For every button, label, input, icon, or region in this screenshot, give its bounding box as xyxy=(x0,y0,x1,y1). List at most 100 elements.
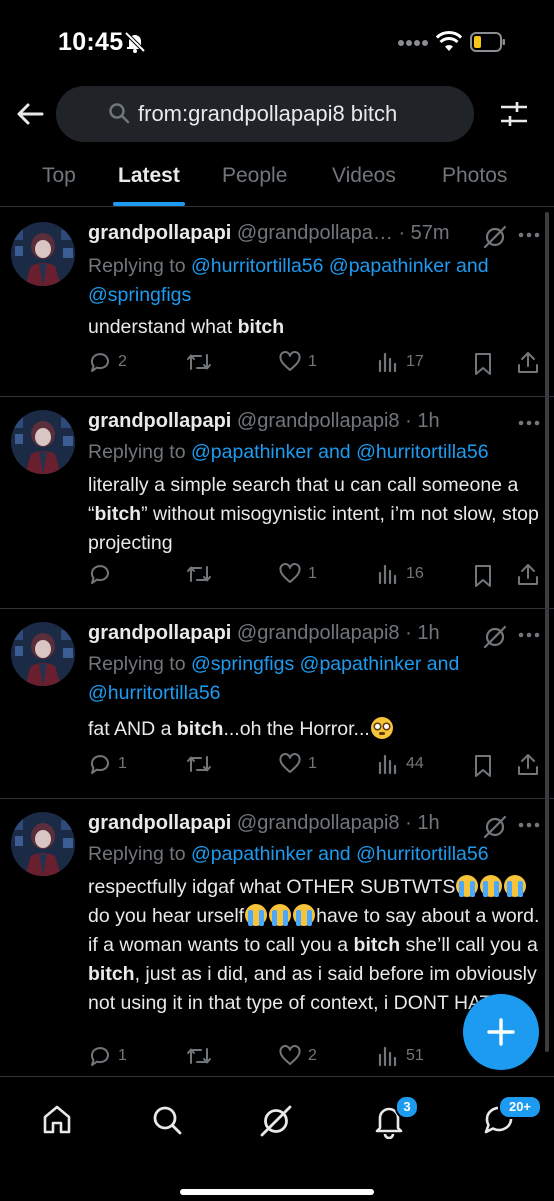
handle[interactable]: @grandpollapapi8 xyxy=(237,812,400,834)
retweet-icon xyxy=(187,1048,211,1064)
mention-link[interactable]: @hurritortilla56 xyxy=(356,441,489,463)
display-name[interactable]: grandpollapapi xyxy=(88,222,231,244)
more-icon[interactable] xyxy=(518,232,540,238)
timestamp[interactable]: 1h xyxy=(417,812,439,834)
avatar[interactable] xyxy=(11,222,75,286)
mention-link[interactable]: @papathinker xyxy=(329,255,451,277)
replying-to: Replying to @papathinker and @hurritorti… xyxy=(88,843,489,865)
retweet-button[interactable] xyxy=(186,350,218,374)
avatar[interactable] xyxy=(11,410,75,474)
like-button[interactable]: 1 xyxy=(278,350,317,374)
tab-photos[interactable]: Photos xyxy=(442,164,507,188)
grok-icon[interactable] xyxy=(482,624,508,650)
tweet-header: grandpollapapi @grandpollapapi8 · 1h xyxy=(88,410,440,433)
mention-link[interactable]: @papathinker xyxy=(300,653,422,675)
more-icon[interactable] xyxy=(518,822,540,828)
retweet-button[interactable] xyxy=(186,752,218,776)
tweet-item[interactable]: grandpollapapi @grandpollapa… · 57m Repl… xyxy=(0,208,554,397)
reply-icon xyxy=(90,1047,109,1066)
crying-emoji xyxy=(480,875,503,897)
tab-people[interactable]: People xyxy=(222,164,287,188)
mention-link[interactable]: @springfigs xyxy=(88,284,191,306)
mention-link[interactable]: @springfigs xyxy=(191,653,294,675)
reply-button[interactable]: 2 xyxy=(88,350,127,374)
bookmark-icon[interactable] xyxy=(472,754,494,778)
views-button[interactable]: 44 xyxy=(376,752,424,776)
status-time: 10:45 xyxy=(58,28,124,56)
tweet-text: literally a simple search that u can cal… xyxy=(88,474,539,554)
reply-icon xyxy=(90,565,109,584)
bookmark-icon[interactable] xyxy=(472,352,494,376)
explore-icon[interactable] xyxy=(150,1103,184,1137)
views-button[interactable]: 51 xyxy=(376,1044,424,1068)
tab-latest[interactable]: Latest xyxy=(118,164,180,188)
crying-emoji xyxy=(245,904,268,926)
share-icon[interactable] xyxy=(516,562,540,588)
tweet-item[interactable]: grandpollapapi @grandpollapapi8 · 1h Rep… xyxy=(0,396,554,609)
mention-link[interactable]: @hurritortilla56 xyxy=(356,843,489,865)
tweet-header: grandpollapapi @grandpollapa… · 57m xyxy=(88,222,450,245)
separator-dot: · xyxy=(398,222,406,244)
like-button[interactable]: 2 xyxy=(278,1044,317,1068)
search-input[interactable]: from:grandpollapapi8 bitch xyxy=(56,86,474,142)
like-icon xyxy=(279,1045,301,1065)
tweet-item[interactable]: grandpollapapi @grandpollapapi8 · 1h Rep… xyxy=(0,608,554,799)
reply-icon xyxy=(90,755,109,774)
crying-emoji xyxy=(293,904,316,926)
avatar[interactable] xyxy=(11,622,75,686)
tweet-actions: 1 16 xyxy=(88,562,548,592)
share-icon[interactable] xyxy=(516,350,540,376)
grok-icon[interactable] xyxy=(482,814,508,840)
back-arrow-icon[interactable] xyxy=(14,98,46,130)
retweet-button[interactable] xyxy=(186,562,218,586)
timestamp[interactable]: 1h xyxy=(417,622,439,644)
grok-nav-icon[interactable] xyxy=(258,1103,294,1139)
tweet-actions: 1 1 44 xyxy=(88,752,548,782)
filter-sliders-icon[interactable] xyxy=(498,98,530,130)
active-tab-indicator xyxy=(113,202,185,206)
replying-to: Replying to @springfigs @papathinker and… xyxy=(88,653,460,704)
views-button[interactable]: 16 xyxy=(376,562,424,586)
display-name[interactable]: grandpollapapi xyxy=(88,410,231,432)
retweet-icon xyxy=(187,756,211,772)
reply-button[interactable] xyxy=(88,562,118,586)
tweet-text: fat AND a bitch...oh the Horror... xyxy=(88,715,546,744)
handle[interactable]: @grandpollapa… xyxy=(237,222,393,244)
display-name[interactable]: grandpollapapi xyxy=(88,812,231,834)
home-indicator xyxy=(180,1189,374,1195)
grok-icon[interactable] xyxy=(482,224,508,250)
more-icon[interactable] xyxy=(518,420,540,426)
more-icon[interactable] xyxy=(518,632,540,638)
bookmark-icon[interactable] xyxy=(472,564,494,588)
views-icon xyxy=(378,1046,397,1067)
like-button[interactable]: 1 xyxy=(278,562,317,586)
views-icon xyxy=(378,564,397,585)
retweet-button[interactable] xyxy=(186,1044,218,1068)
handle[interactable]: @grandpollapapi8 xyxy=(237,622,400,644)
views-icon xyxy=(378,754,397,775)
handle[interactable]: @grandpollapapi8 xyxy=(237,410,400,432)
views-button[interactable]: 17 xyxy=(376,350,424,374)
share-icon[interactable] xyxy=(516,752,540,778)
views-icon xyxy=(378,352,397,373)
timestamp[interactable]: 57m xyxy=(411,222,450,244)
compose-button[interactable] xyxy=(463,994,539,1070)
reply-button[interactable]: 1 xyxy=(88,752,127,776)
mention-link[interactable]: @hurritortilla56 xyxy=(191,255,324,277)
timestamp[interactable]: 1h xyxy=(417,410,439,432)
like-button[interactable]: 1 xyxy=(278,752,317,776)
compose-plus-icon xyxy=(487,1018,515,1046)
home-icon[interactable] xyxy=(40,1103,74,1137)
avatar[interactable] xyxy=(11,812,75,876)
mention-link[interactable]: @papathinker xyxy=(191,441,313,463)
search-query: from:grandpollapapi8 bitch xyxy=(138,101,398,126)
tab-top[interactable]: Top xyxy=(42,164,76,188)
wifi-icon xyxy=(436,31,462,51)
mention-link[interactable]: @papathinker xyxy=(191,843,313,865)
search-tabs: Top Latest People Videos Photos xyxy=(0,150,554,207)
tab-videos[interactable]: Videos xyxy=(332,164,396,188)
reply-button[interactable]: 1 xyxy=(88,1044,127,1068)
display-name[interactable]: grandpollapapi xyxy=(88,622,231,644)
silent-bell-icon xyxy=(124,31,146,53)
mention-link[interactable]: @hurritortilla56 xyxy=(88,682,221,704)
